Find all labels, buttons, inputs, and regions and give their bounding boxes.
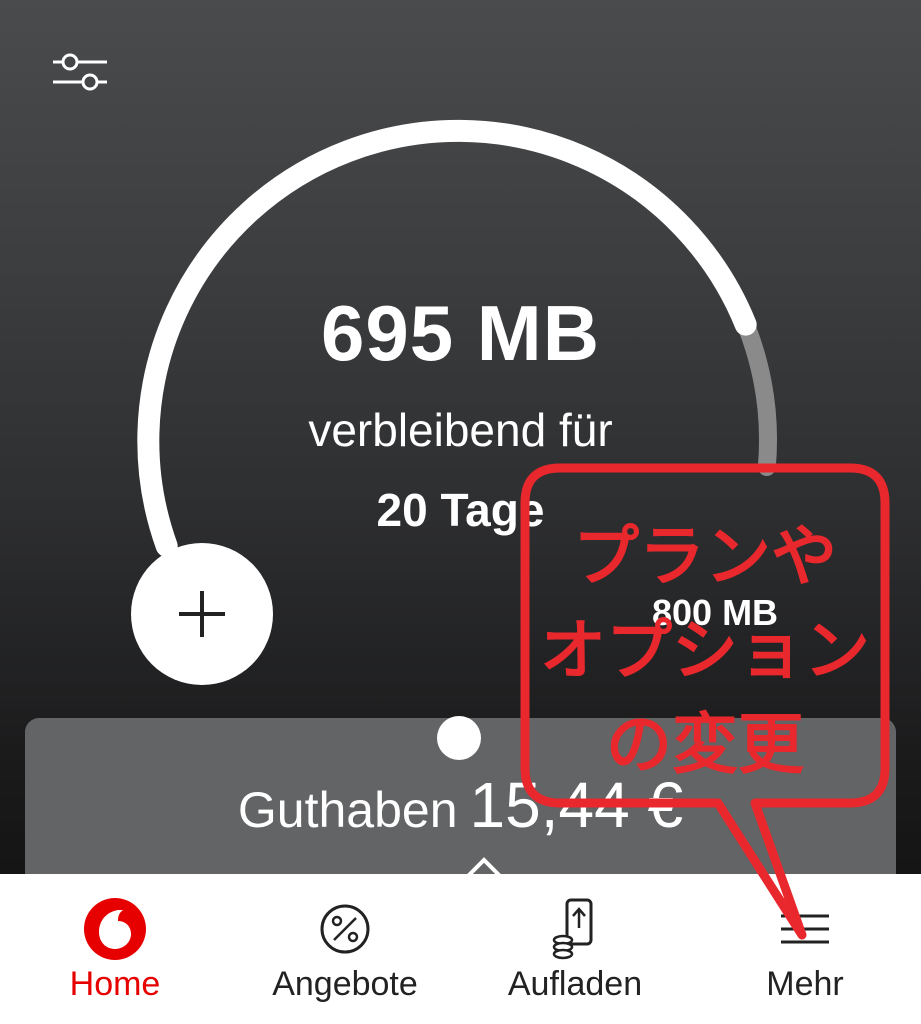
tab-angebote[interactable]: Angebote [230,874,460,1024]
remaining-label: verbleibend für [308,404,613,456]
add-data-button[interactable] [131,543,273,685]
annotation-text: プランや オプション の変更 [530,510,880,792]
balance-label: Guthaben [237,782,458,838]
annotation-line: オプション [540,612,870,689]
percent-icon [320,904,370,954]
tab-mehr[interactable]: Mehr [690,874,920,1024]
annotation-line: の変更 [606,706,804,783]
tab-home[interactable]: Home [0,874,230,1024]
tab-aufladen-label: Aufladen [507,965,643,1003]
top-up-phone-icon [552,898,593,960]
bottom-tab-bar: Home Angebote Aufladen Mehr [0,874,921,1024]
data-usage-screen: 695 MB verbleibend für 20 Tage 800 MB Gu… [0,0,921,1024]
menu-icon [781,914,829,944]
gauge-knob [437,716,481,760]
remaining-data-amount: 695 MB [320,289,601,377]
vodafone-logo-icon [84,898,146,960]
tab-home-label: Home [69,965,161,1003]
tab-angebote-label: Angebote [272,965,418,1003]
plus-icon-bar [179,612,225,616]
tab-mehr-label: Mehr [766,965,844,1003]
annotation-line: プランや [573,518,837,595]
tab-aufladen[interactable]: Aufladen [460,874,690,1024]
